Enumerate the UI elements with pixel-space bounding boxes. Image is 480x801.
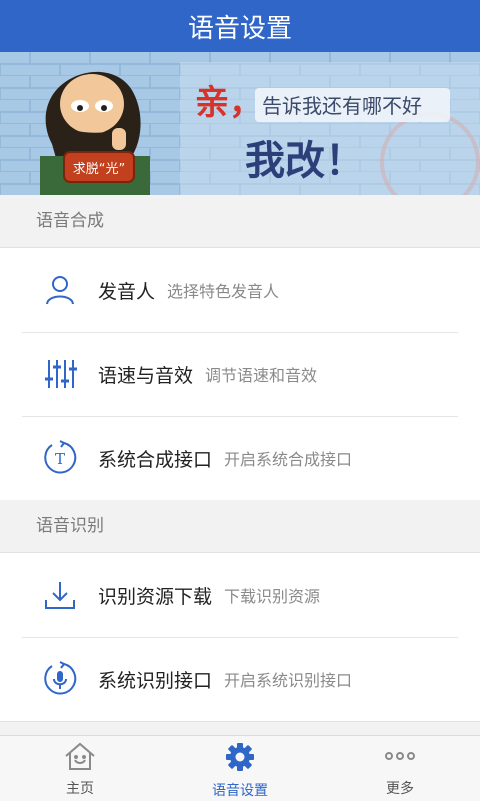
home-icon [63,742,97,774]
row-title: 系统识别接口 [98,669,213,692]
row-title: 识别资源下载 [98,585,213,608]
promo-banner[interactable]: 求脱“光” 亲， 告诉我还有哪不好 我改！ [0,52,480,195]
download-icon [40,575,80,615]
row-title: 系统合成接口 [98,448,213,471]
row-description: 开启系统识别接口 [224,671,353,690]
tab-label: 主页 [66,781,94,797]
text-refresh-icon: T [40,438,80,478]
row-description: 开启系统合成接口 [224,450,353,469]
row-system-tts[interactable]: T 系统合成接口 开启系统合成接口 [0,416,480,500]
tab-label: 更多 [386,781,414,797]
recognition-group: 识别资源下载 下载识别资源 系统识别接口 开启系统识别接口 [0,552,480,722]
gear-icon [225,742,255,776]
tab-home[interactable]: 主页 [0,736,160,801]
row-speaker[interactable]: 发音人 选择特色发音人 [0,248,480,332]
row-title: 语速与音效 [98,364,194,387]
equalizer-icon [40,354,80,394]
row-description: 下载识别资源 [224,587,321,606]
row-description: 选择特色发音人 [167,282,280,301]
section-header-recognition: 语音识别 [0,500,480,552]
tab-more[interactable]: 更多 [320,736,480,801]
person-icon [40,270,80,310]
page-title: 语音设置 [187,13,292,44]
banner-illustration: 求脱“光” 亲， 告诉我还有哪不好 我改！ [0,52,480,195]
more-icon [383,742,417,774]
row-speed-effects[interactable]: 语速与音效 调节语速和音效 [0,332,480,416]
row-resource-download[interactable]: 识别资源下载 下载识别资源 [0,553,480,637]
row-title: 发音人 [98,280,156,303]
banner-badge-text: 求脱“光” [73,162,125,177]
row-description: 调节语速和音效 [205,366,318,385]
tab-label: 语音设置 [212,783,268,799]
title-bar: 语音设置 [0,0,480,52]
banner-line2: 告诉我还有哪不好 [262,94,422,118]
svg-text:T: T [55,450,65,468]
section-header-synthesis: 语音合成 [0,195,480,247]
banner-line1: 亲， [195,83,263,123]
mic-refresh-icon [40,659,80,699]
row-system-asr[interactable]: 系统识别接口 开启系统识别接口 [0,637,480,721]
tab-voice-settings[interactable]: 语音设置 [160,736,320,801]
banner-line3: 我改！ [245,138,365,184]
bottom-tab-bar: 主页 语音设置 更多 [0,735,480,801]
synthesis-group: 发音人 选择特色发音人 语速与音效 调节语速和音效 T 系统合成接口 开启系统合… [0,247,480,501]
